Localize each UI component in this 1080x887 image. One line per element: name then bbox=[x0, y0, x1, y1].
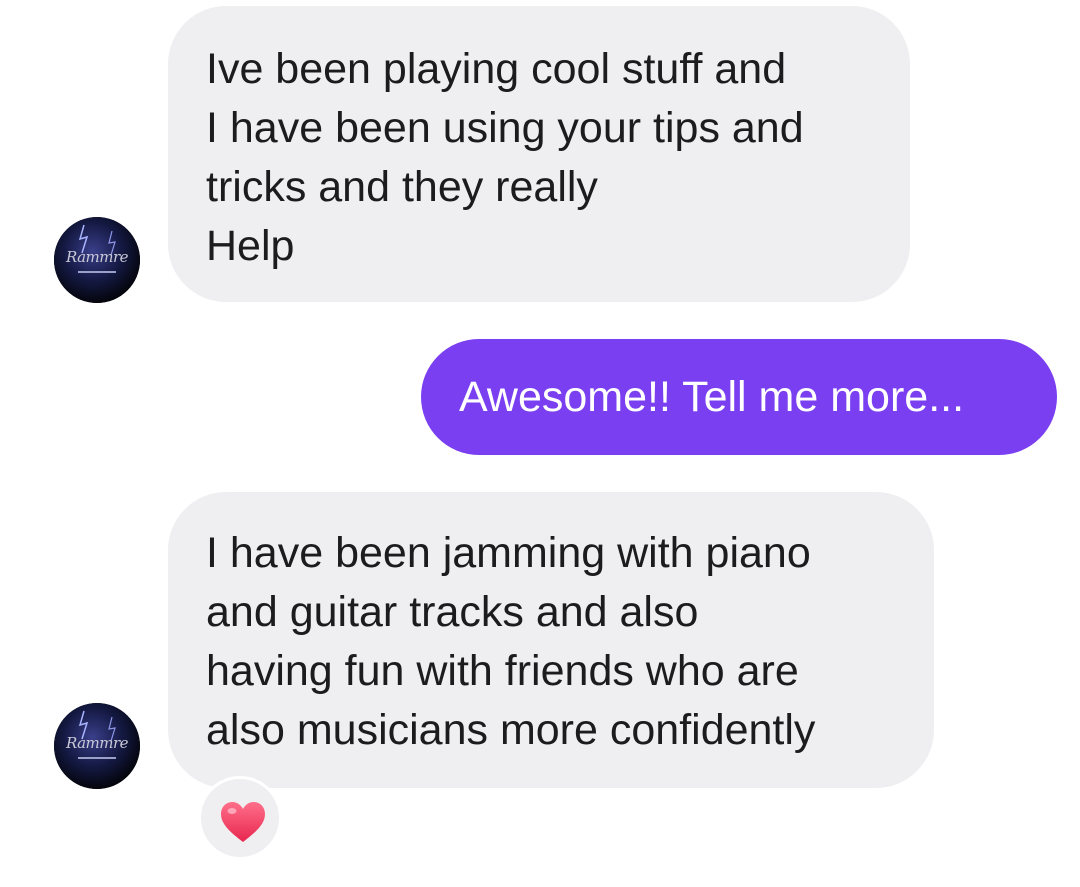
incoming-message-bubble[interactable]: I have been jamming with piano and guita… bbox=[168, 492, 934, 788]
message-reaction[interactable] bbox=[198, 776, 282, 860]
avatar-logo-text: Rammre bbox=[65, 734, 129, 752]
incoming-message-bubble[interactable]: Ive been playing cool stuff and I have b… bbox=[168, 6, 910, 302]
heart-icon bbox=[221, 802, 265, 842]
contact-avatar[interactable]: Rammre bbox=[54, 217, 140, 303]
outgoing-message-bubble[interactable]: Awesome!! Tell me more... bbox=[421, 339, 1057, 455]
avatar-logo-text: Rammre bbox=[65, 248, 129, 266]
contact-avatar[interactable]: Rammre bbox=[54, 703, 140, 789]
